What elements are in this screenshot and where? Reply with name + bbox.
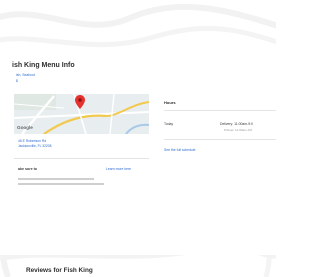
menu-info-title: ish King Menu Info	[12, 62, 75, 69]
reviews-heading: Reviews for Fish King	[26, 267, 93, 274]
divider	[164, 139, 276, 140]
full-schedule-link[interactable]: See the full schedule	[164, 148, 195, 152]
map-logo: Google	[17, 125, 33, 130]
price-level: $	[16, 79, 18, 83]
hours-pickup: Pickup: 11:00am-9:0	[224, 128, 253, 132]
hours-panel	[155, 94, 276, 178]
disclaimer-title: ake sure to	[18, 167, 37, 171]
hours-delivery: Delivery: 11:00am-9:0	[220, 122, 253, 126]
address-street[interactable]: 46 E Robertson Rd	[18, 139, 46, 143]
cuisine-link[interactable]: ish, Seafood	[16, 73, 35, 77]
map-pin-icon	[75, 95, 85, 109]
divider	[164, 110, 276, 111]
location-map[interactable]: Google	[14, 94, 149, 134]
divider	[14, 158, 149, 159]
learn-more-link[interactable]: Learn more here	[106, 167, 131, 171]
hours-day: Today	[164, 122, 174, 126]
hours-title: Hours	[164, 100, 176, 105]
address-city[interactable]: Jacksonville, FL 32208	[18, 144, 51, 148]
disclaimer-text-line	[18, 178, 94, 180]
disclaimer-text-line	[18, 183, 104, 185]
